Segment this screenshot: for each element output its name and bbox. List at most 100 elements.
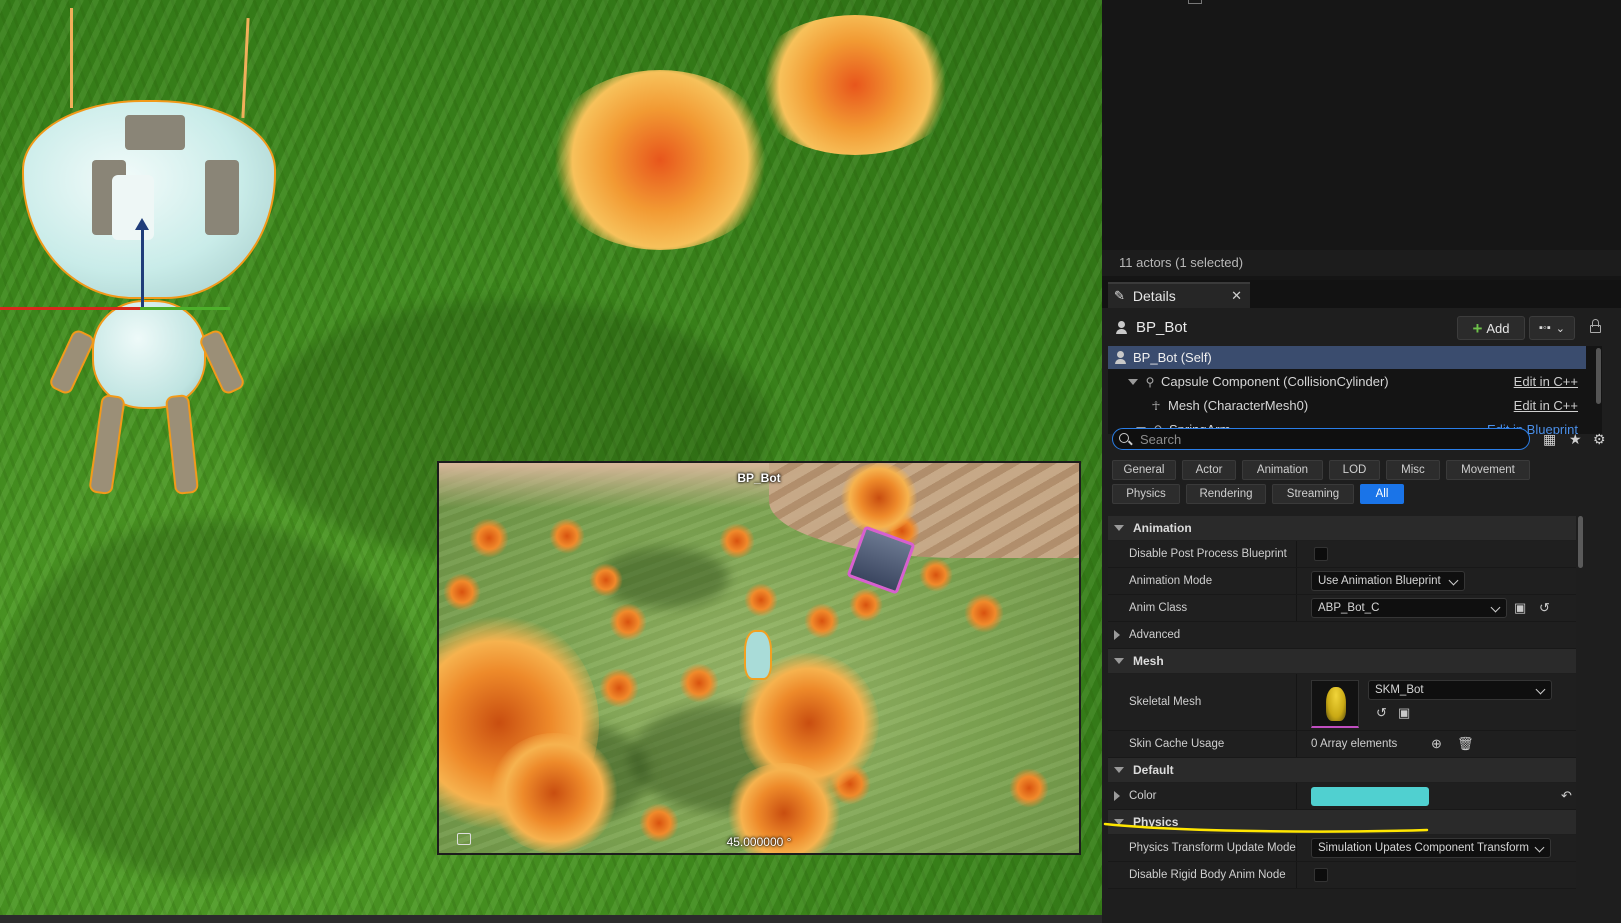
search-input[interactable] [1138, 430, 1502, 448]
use-selected-icon[interactable]: ↺ [1539, 600, 1550, 616]
component-tree-scrollbar[interactable] [1596, 348, 1601, 404]
dropdown-value: SKM_Bot [1375, 684, 1424, 696]
chevron-down-icon [1534, 842, 1545, 853]
property-label: Disable Rigid Body Anim Node [1129, 869, 1286, 881]
category-title: Default [1133, 763, 1174, 777]
filter-rendering[interactable]: Rendering [1186, 484, 1266, 504]
filter-misc[interactable]: Misc [1386, 460, 1440, 480]
property-transform-update-mode: Physics Transform Update Mode Simulation… [1108, 835, 1576, 862]
array-count: 0 Array elements [1311, 738, 1398, 750]
category-title: Animation [1133, 521, 1192, 535]
close-icon[interactable]: ✕ [1231, 288, 1242, 304]
category-title: Physics [1133, 815, 1179, 829]
property-label: Physics Transform Update Mode [1129, 842, 1296, 854]
actor-count-status: 11 actors (1 selected) [1102, 250, 1621, 276]
filter-physics[interactable]: Physics [1112, 484, 1180, 504]
expand-arrow-icon[interactable] [1128, 378, 1138, 385]
property-disable-rigid-body: Disable Rigid Body Anim Node [1108, 862, 1576, 889]
edit-in-cpp-link[interactable]: Edit in C++ [1514, 398, 1578, 413]
property-label: Anim Class [1129, 602, 1188, 614]
lock-icon[interactable] [1589, 319, 1602, 334]
filter-actor[interactable]: Actor [1182, 460, 1236, 480]
use-selected-icon[interactable]: ↺ [1376, 705, 1387, 721]
blueprint-icon: ▪◦▪ [1539, 322, 1551, 334]
browse-asset-icon[interactable]: ▣ [1514, 600, 1526, 616]
chevron-down-icon: ⌄ [1555, 322, 1565, 335]
world-outliner[interactable] [1102, 0, 1621, 275]
property-label: Disable Post Process Blueprint [1129, 548, 1287, 560]
component-row-self[interactable]: BP_Bot (Self) [1108, 346, 1586, 369]
filter-lod[interactable]: LOD [1329, 460, 1380, 480]
camera-preview: BP_Bot 45.000000 ° [437, 461, 1081, 855]
add-element-icon[interactable]: ⊕ [1431, 736, 1442, 752]
filter-streaming[interactable]: Streaming [1272, 484, 1354, 504]
animation-mode-dropdown[interactable]: Use Animation Blueprint [1311, 571, 1465, 591]
camera-icon[interactable] [457, 833, 471, 845]
property-label: Advanced [1129, 629, 1181, 641]
color-swatch[interactable] [1311, 787, 1429, 806]
collapse-arrow-icon [1114, 767, 1124, 773]
level-viewport[interactable]: BP_Bot 45.000000 ° [0, 0, 1102, 915]
viewport-bottom-strip [0, 915, 1102, 923]
edit-in-cpp-link[interactable]: Edit in C++ [1514, 374, 1578, 389]
details-panel: ✎ Details ✕ BP_Bot + Add ▪◦▪ ⌄ BP_Bot (S… [1102, 280, 1621, 923]
star-icon[interactable]: ★ [1569, 431, 1582, 448]
collapse-arrow-icon [1114, 658, 1124, 664]
property-animation-mode: Animation Mode Use Animation Blueprint [1108, 568, 1576, 595]
transform-update-dropdown[interactable]: Simulation Upates Component Transform [1311, 838, 1551, 858]
category-title: Mesh [1133, 654, 1164, 668]
tab-label: Details [1132, 288, 1176, 304]
property-label: Color [1129, 790, 1157, 802]
skeletal-mesh-thumbnail[interactable] [1311, 680, 1359, 728]
category-animation[interactable]: Animation [1108, 516, 1576, 540]
filter-all[interactable]: All [1360, 484, 1404, 504]
actor-header: BP_Bot + Add ▪◦▪ ⌄ [1102, 310, 1621, 344]
gear-icon[interactable]: ⚙ [1593, 431, 1606, 448]
component-label: Capsule Component (CollisionCylinder) [1161, 374, 1389, 389]
chevron-down-icon [1490, 602, 1501, 613]
skeletal-mesh-dropdown[interactable]: SKM_Bot [1368, 680, 1552, 700]
filter-animation[interactable]: Animation [1242, 460, 1323, 480]
disable-rigid-body-checkbox[interactable] [1314, 868, 1328, 882]
dropdown-value: Simulation Upates Component Transform [1318, 842, 1529, 854]
table-view-icon[interactable]: ▦ [1543, 431, 1556, 448]
search-box[interactable] [1112, 428, 1530, 450]
orange-plant [545, 70, 775, 250]
collapse-arrow-icon [1114, 819, 1124, 825]
property-list-scrollbar[interactable] [1578, 516, 1583, 568]
property-label: Animation Mode [1129, 575, 1213, 587]
category-mesh[interactable]: Mesh [1108, 649, 1576, 673]
orange-plant [750, 15, 960, 155]
search-icon [1119, 433, 1131, 445]
component-label: BP_Bot (Self) [1133, 350, 1212, 365]
property-list: Animation Disable Post Process Blueprint… [1108, 516, 1576, 916]
dropdown-value: ABP_Bot_C [1318, 602, 1380, 614]
browse-asset-icon[interactable]: ▣ [1398, 705, 1410, 721]
collapse-arrow-icon [1114, 525, 1124, 531]
preview-rotation-readout: 45.000000 ° [726, 835, 792, 849]
blueprint-options-button[interactable]: ▪◦▪ ⌄ [1529, 316, 1575, 340]
reset-to-default-icon[interactable]: ↶ [1561, 788, 1572, 804]
property-label: Skin Cache Usage [1129, 738, 1225, 750]
filter-movement[interactable]: Movement [1446, 460, 1530, 480]
expand-arrow-icon[interactable] [1114, 791, 1120, 801]
add-component-button[interactable]: + Add [1457, 316, 1525, 340]
pencil-icon: ✎ [1114, 288, 1125, 303]
tab-details[interactable]: ✎ Details ✕ [1108, 282, 1250, 308]
property-advanced[interactable]: Advanced [1108, 622, 1576, 649]
component-tree[interactable]: BP_Bot (Self) ⚲ Capsule Component (Colli… [1108, 346, 1602, 434]
expand-arrow-icon [1114, 630, 1120, 640]
component-label: Mesh (CharacterMesh0) [1168, 398, 1309, 413]
filter-general[interactable]: General [1112, 460, 1176, 480]
trash-icon[interactable]: 🗑 [1457, 736, 1474, 752]
component-row-capsule[interactable]: ⚲ Capsule Component (CollisionCylinder) … [1108, 370, 1586, 393]
property-skin-cache: Skin Cache Usage 0 Array elements ⊕ 🗑 [1108, 731, 1576, 758]
preview-title: BP_Bot [737, 471, 781, 485]
component-row-mesh[interactable]: ☥ Mesh (CharacterMesh0) Edit in C++ [1108, 394, 1586, 417]
category-default[interactable]: Default [1108, 758, 1576, 782]
disable-post-process-checkbox[interactable] [1314, 547, 1328, 561]
category-physics[interactable]: Physics [1108, 810, 1576, 834]
add-button-label: Add [1486, 320, 1510, 336]
property-label: Skeletal Mesh [1129, 696, 1202, 708]
anim-class-dropdown[interactable]: ABP_Bot_C [1311, 598, 1507, 618]
